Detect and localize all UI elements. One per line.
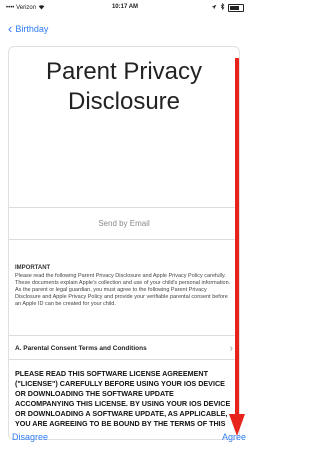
bluetooth-icon [220,2,225,12]
navigation-bar: ‹ Birthday [0,20,250,42]
divider [9,335,239,336]
license-text: PLEASE READ THIS SOFTWARE LICENSE AGREEM… [15,369,231,428]
agree-button[interactable]: Agree [222,432,246,442]
back-button-label: Birthday [15,24,49,34]
divider [9,207,239,208]
title-line-1: Parent Privacy [45,58,203,85]
disclosure-card[interactable]: Parent Privacy Disclosure Send by Email … [8,46,240,440]
send-by-email-button[interactable]: Send by Email [9,219,239,228]
important-text: Please read the following Parent Privacy… [15,273,231,307]
location-icon [211,4,217,12]
parental-consent-row[interactable]: A. Parental Consent Terms and Conditions… [15,341,233,355]
battery-icon [228,3,244,12]
status-bar: •••• Verizon 10:17 AM [0,0,250,14]
status-right [211,2,244,12]
important-section: IMPORTANT Please read the following Pare… [15,265,233,308]
chevron-left-icon: ‹ [8,21,13,36]
page-title: Parent Privacy Disclosure [9,57,239,117]
bottom-toolbar: Disagree Agree [0,432,250,450]
disagree-button[interactable]: Disagree [12,432,48,442]
title-line-2: Disclosure [67,88,181,115]
back-button[interactable]: ‹ Birthday [8,21,49,36]
divider [9,359,239,360]
important-heading: IMPORTANT [15,265,51,271]
divider [9,239,239,240]
consent-row-label: A. Parental Consent Terms and Conditions [15,344,147,352]
annotation-arrow-icon [229,58,245,436]
